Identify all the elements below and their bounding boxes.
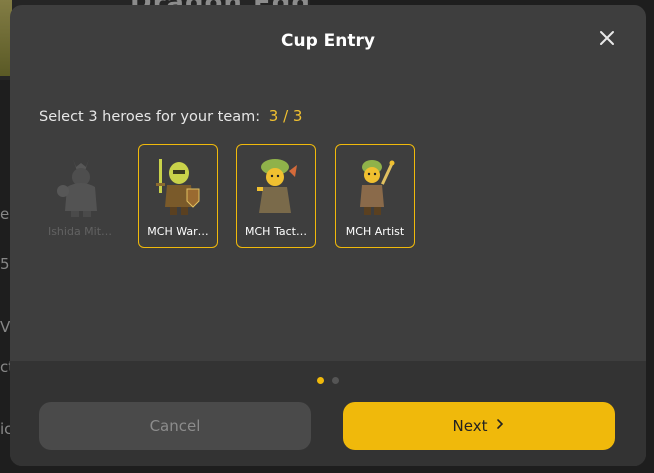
hero-card: Ishida Mit… — [40, 144, 120, 248]
pagination-dot[interactable] — [332, 377, 339, 384]
pagination-dot-active[interactable] — [317, 377, 324, 384]
modal-footer: Cancel Next — [10, 361, 646, 466]
hero-sprite — [360, 160, 395, 215]
hero-name: MCH Artist — [345, 225, 405, 238]
hero-name: Ishida Mit… — [47, 225, 113, 238]
hero-name: MCH War… — [147, 225, 209, 238]
hero-sprite — [57, 159, 97, 217]
hero-name: MCH Tact… — [245, 225, 307, 238]
pagination-dots — [10, 377, 646, 384]
hero-card[interactable]: MCH War… — [138, 144, 218, 248]
modal-title: Cup Entry — [281, 31, 375, 51]
close-button[interactable] — [594, 25, 620, 51]
hero-card[interactable]: MCH Tact… — [236, 144, 316, 248]
selected-count: 3 / 3 — [268, 107, 303, 125]
chevron-right-icon — [495, 418, 505, 434]
cup-entry-modal: Cup Entry Select 3 heroes for your team:… — [10, 5, 646, 466]
cancel-button[interactable]: Cancel — [39, 402, 311, 450]
close-icon — [600, 31, 614, 45]
cancel-label: Cancel — [149, 417, 201, 435]
hero-selection-instruction: Select 3 heroes for your team: 3 / 3 — [39, 107, 302, 125]
next-button[interactable]: Next — [343, 402, 615, 450]
next-label: Next — [452, 417, 488, 435]
hero-card[interactable]: MCH Artist — [335, 144, 415, 248]
hero-sprite — [257, 159, 297, 213]
hero-sprite — [156, 159, 200, 215]
instruction-text: Select 3 heroes for your team: — [39, 109, 261, 125]
